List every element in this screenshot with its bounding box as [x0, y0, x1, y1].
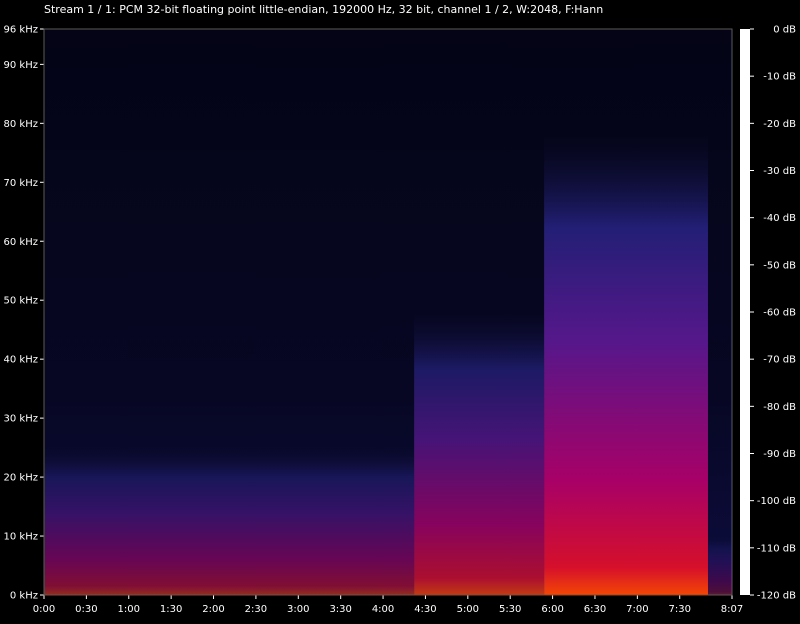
y-tick-label: 40 kHz	[4, 355, 38, 366]
x-tick-label: 7:30	[668, 604, 690, 615]
x-tick-label: 2:00	[202, 604, 224, 615]
colorbar-tick-label: -50 dB	[763, 260, 796, 271]
y-tick-label: 96 kHz	[4, 25, 38, 36]
spectrogram-segment	[414, 312, 545, 595]
colorbar-tick-label: -40 dB	[763, 213, 796, 224]
y-tick-label: 90 kHz	[4, 60, 38, 71]
spectrogram-segment	[544, 135, 708, 595]
colorbar-tick-label: -30 dB	[763, 166, 796, 177]
x-tick-label: 8:07	[721, 604, 743, 615]
colorbar-tick-label: -60 dB	[763, 308, 796, 319]
colorbar-tick-label: -90 dB	[763, 449, 796, 460]
x-tick-label: 4:00	[372, 604, 394, 615]
y-tick-label: 50 kHz	[4, 296, 38, 307]
x-tick-label: 7:00	[626, 604, 648, 615]
x-tick-label: 0:00	[33, 604, 55, 615]
colorbar-tick-label: -100 dB	[757, 496, 796, 507]
x-tick-label: 6:30	[584, 604, 606, 615]
x-tick-label: 1:00	[118, 604, 140, 615]
x-tick-label: 0:30	[75, 604, 97, 615]
y-tick-label: 30 kHz	[4, 414, 38, 425]
colorbar-tick-label: -110 dB	[757, 543, 796, 554]
colorbar-tick-label: -10 dB	[763, 72, 796, 83]
y-tick-label: 0 kHz	[10, 591, 38, 602]
colorbar	[740, 29, 750, 595]
x-tick-label: 6:00	[541, 604, 563, 615]
y-tick-label: 70 kHz	[4, 178, 38, 189]
y-tick-label: 20 kHz	[4, 473, 38, 484]
colorbar-tick-label: -80 dB	[763, 402, 796, 413]
colorbar-tick-label: -20 dB	[763, 119, 796, 130]
spectrogram-chart: 0 kHz 10 kHz 20 kHz 30 kHz 40 kHz 50 kHz 60 kH…	[4, 25, 797, 616]
x-tick-label: 1:30	[160, 604, 182, 615]
x-tick-label: 2:30	[245, 604, 267, 615]
y-tick-label: 10 kHz	[4, 532, 38, 543]
y-axis: 0 kHz 10 kHz 20 kHz 30 kHz 40 kHz 50 kHz 60 kH…	[4, 25, 44, 602]
y-tick-label: 80 kHz	[4, 119, 38, 130]
x-tick-label: 3:30	[329, 604, 351, 615]
spectrogram-segment	[44, 447, 415, 595]
colorbar-tick-label: -70 dB	[763, 355, 796, 366]
spectrogram-segment	[707, 536, 732, 595]
y-tick-label: 60 kHz	[4, 237, 38, 248]
colorbar-axis: 0 dB -10 dB -20 dB -30 dB -40 dB -50 dB -60 dB…	[750, 25, 796, 602]
colorbar-tick-label: 0 dB	[773, 25, 796, 36]
x-tick-label: 5:00	[457, 604, 479, 615]
x-tick-label: 3:00	[287, 604, 309, 615]
colorbar-tick-label: -120 dB	[757, 591, 796, 602]
x-tick-label: 5:30	[499, 604, 521, 615]
x-tick-label: 4:30	[414, 604, 436, 615]
x-axis: 0:00 0:30 1:00 1:30 2:00 2:30 3:00 3:30 4:00 4:30…	[33, 595, 743, 615]
